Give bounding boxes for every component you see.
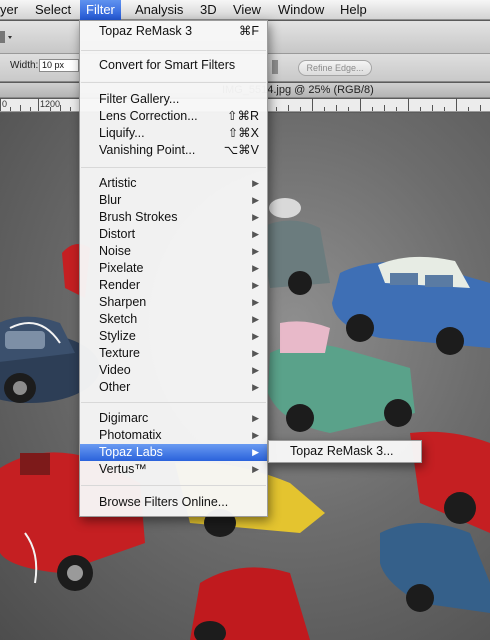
menu-analysis[interactable]: Analysis (135, 0, 183, 20)
menu-filter[interactable]: Filter (80, 0, 121, 20)
menu-item-distort[interactable]: Distort ▶ (80, 226, 267, 243)
menu-item-sharpen[interactable]: Sharpen ▶ (80, 294, 267, 311)
height-swap-icon[interactable] (272, 60, 278, 74)
submenu-arrow-icon: ▶ (252, 365, 259, 375)
submenu-arrow-icon: ▶ (252, 413, 259, 423)
menu-item-artistic[interactable]: Artistic ▶ (80, 175, 267, 192)
menu-item-digimarc[interactable]: Digimarc ▶ (80, 410, 267, 427)
menu-3d[interactable]: 3D (200, 0, 217, 20)
submenu-arrow-icon: ▶ (252, 447, 259, 457)
menu-item-texture[interactable]: Texture ▶ (80, 345, 267, 362)
submenu-arrow-icon: ▶ (252, 280, 259, 290)
submenu-arrow-icon: ▶ (252, 314, 259, 324)
submenu-arrow-icon: ▶ (252, 178, 259, 188)
red-toy-car-right (410, 431, 490, 533)
filter-menu: Topaz ReMask 3 ⌘F Convert for Smart Filt… (79, 20, 268, 517)
menu-item-lens-correction[interactable]: Lens Correction... ⇧⌘R (80, 108, 267, 125)
menu-item-topaz-labs[interactable]: Topaz Labs ▶ (80, 444, 267, 461)
menu-item-render[interactable]: Render ▶ (80, 277, 267, 294)
menu-item-topaz-remask[interactable]: Topaz ReMask 3 ⌘F (80, 23, 267, 40)
menu-item-noise[interactable]: Noise ▶ (80, 243, 267, 260)
menu-item-liquify[interactable]: Liquify... ⇧⌘X (80, 125, 267, 142)
submenu-item-topaz-remask[interactable]: Topaz ReMask 3... (290, 443, 394, 460)
topaz-labs-submenu: Topaz ReMask 3... (268, 440, 422, 463)
submenu-arrow-icon: ▶ (252, 195, 259, 205)
menu-window[interactable]: Window (278, 0, 324, 20)
red-toy-truck (190, 567, 310, 640)
menu-item-browse-filters-online[interactable]: Browse Filters Online... (80, 494, 267, 511)
submenu-arrow-icon: ▶ (252, 331, 259, 341)
width-label: Width: (10, 60, 39, 71)
submenu-arrow-icon: ▶ (252, 263, 259, 273)
submenu-arrow-icon: ▶ (252, 297, 259, 307)
menu-item-brush-strokes[interactable]: Brush Strokes ▶ (80, 209, 267, 226)
submenu-arrow-icon: ▶ (252, 212, 259, 222)
width-field[interactable]: 10 px (39, 59, 79, 72)
menu-item-filter-gallery[interactable]: Filter Gallery... (80, 91, 267, 108)
submenu-arrow-icon: ▶ (252, 348, 259, 358)
menu-item-stylize[interactable]: Stylize ▶ (80, 328, 267, 345)
grey-toy-car (260, 220, 330, 295)
menu-view[interactable]: View (233, 0, 261, 20)
submenu-arrow-icon: ▶ (252, 229, 259, 239)
menu-item-vanishing-point[interactable]: Vanishing Point... ⌥⌘V (80, 142, 267, 159)
menu-item-vertus[interactable]: Vertus™ ▶ (80, 461, 267, 478)
light-blue-toy-car (332, 256, 490, 355)
menu-item-pixelate[interactable]: Pixelate ▶ (80, 260, 267, 277)
menu-item-photomatix[interactable]: Photomatix ▶ (80, 427, 267, 444)
menu-item-sketch[interactable]: Sketch ▶ (80, 311, 267, 328)
submenu-arrow-icon: ▶ (252, 246, 259, 256)
menu-item-other[interactable]: Other ▶ (80, 379, 267, 396)
refine-edge-button[interactable]: Refine Edge... (298, 60, 372, 76)
menu-select[interactable]: Select (35, 0, 71, 20)
submenu-arrow-icon: ▶ (252, 382, 259, 392)
menu-help[interactable]: Help (340, 0, 367, 20)
menu-item-blur[interactable]: Blur ▶ (80, 192, 267, 209)
menu-item-convert-smart-filters[interactable]: Convert for Smart Filters (80, 57, 267, 74)
ruler-number: 0 (2, 99, 8, 109)
submenu-arrow-icon: ▶ (252, 430, 259, 440)
menu-item-video[interactable]: Video ▶ (80, 362, 267, 379)
submenu-arrow-icon: ▶ (252, 464, 259, 474)
blue-toy-car-right (380, 523, 490, 613)
menu-layer[interactable]: yer (0, 0, 18, 20)
menu-bar: yer Select Filter Analysis 3D View Windo… (0, 0, 490, 20)
tool-preset-icon[interactable] (0, 29, 14, 45)
